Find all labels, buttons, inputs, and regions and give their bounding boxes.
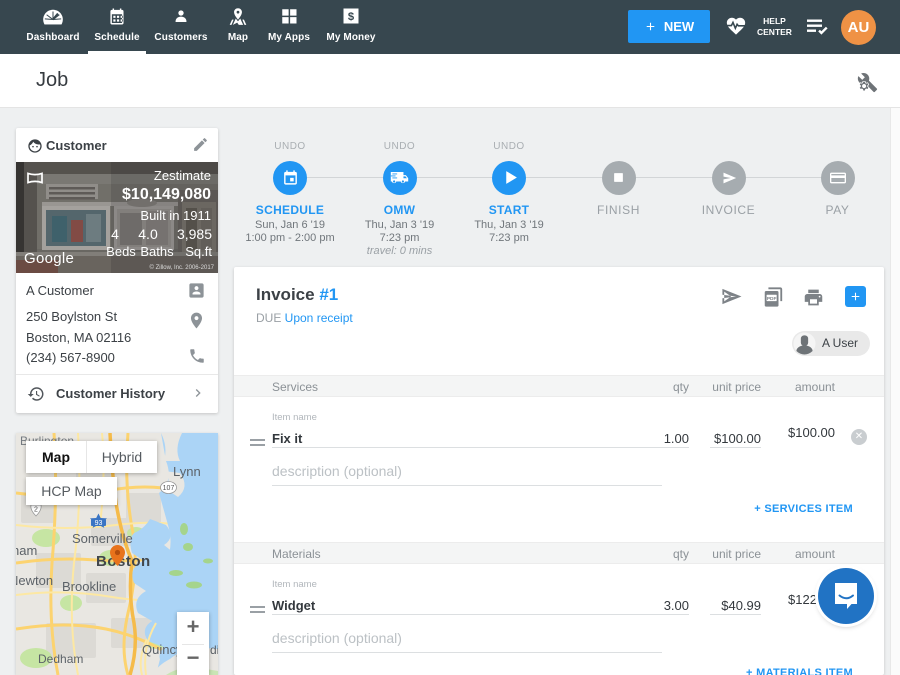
svg-text:2: 2: [34, 507, 38, 514]
svg-text:PDF: PDF: [767, 296, 777, 302]
svg-text:93: 93: [95, 520, 103, 527]
svg-text:107: 107: [163, 485, 175, 492]
svg-text:$: $: [348, 11, 355, 23]
